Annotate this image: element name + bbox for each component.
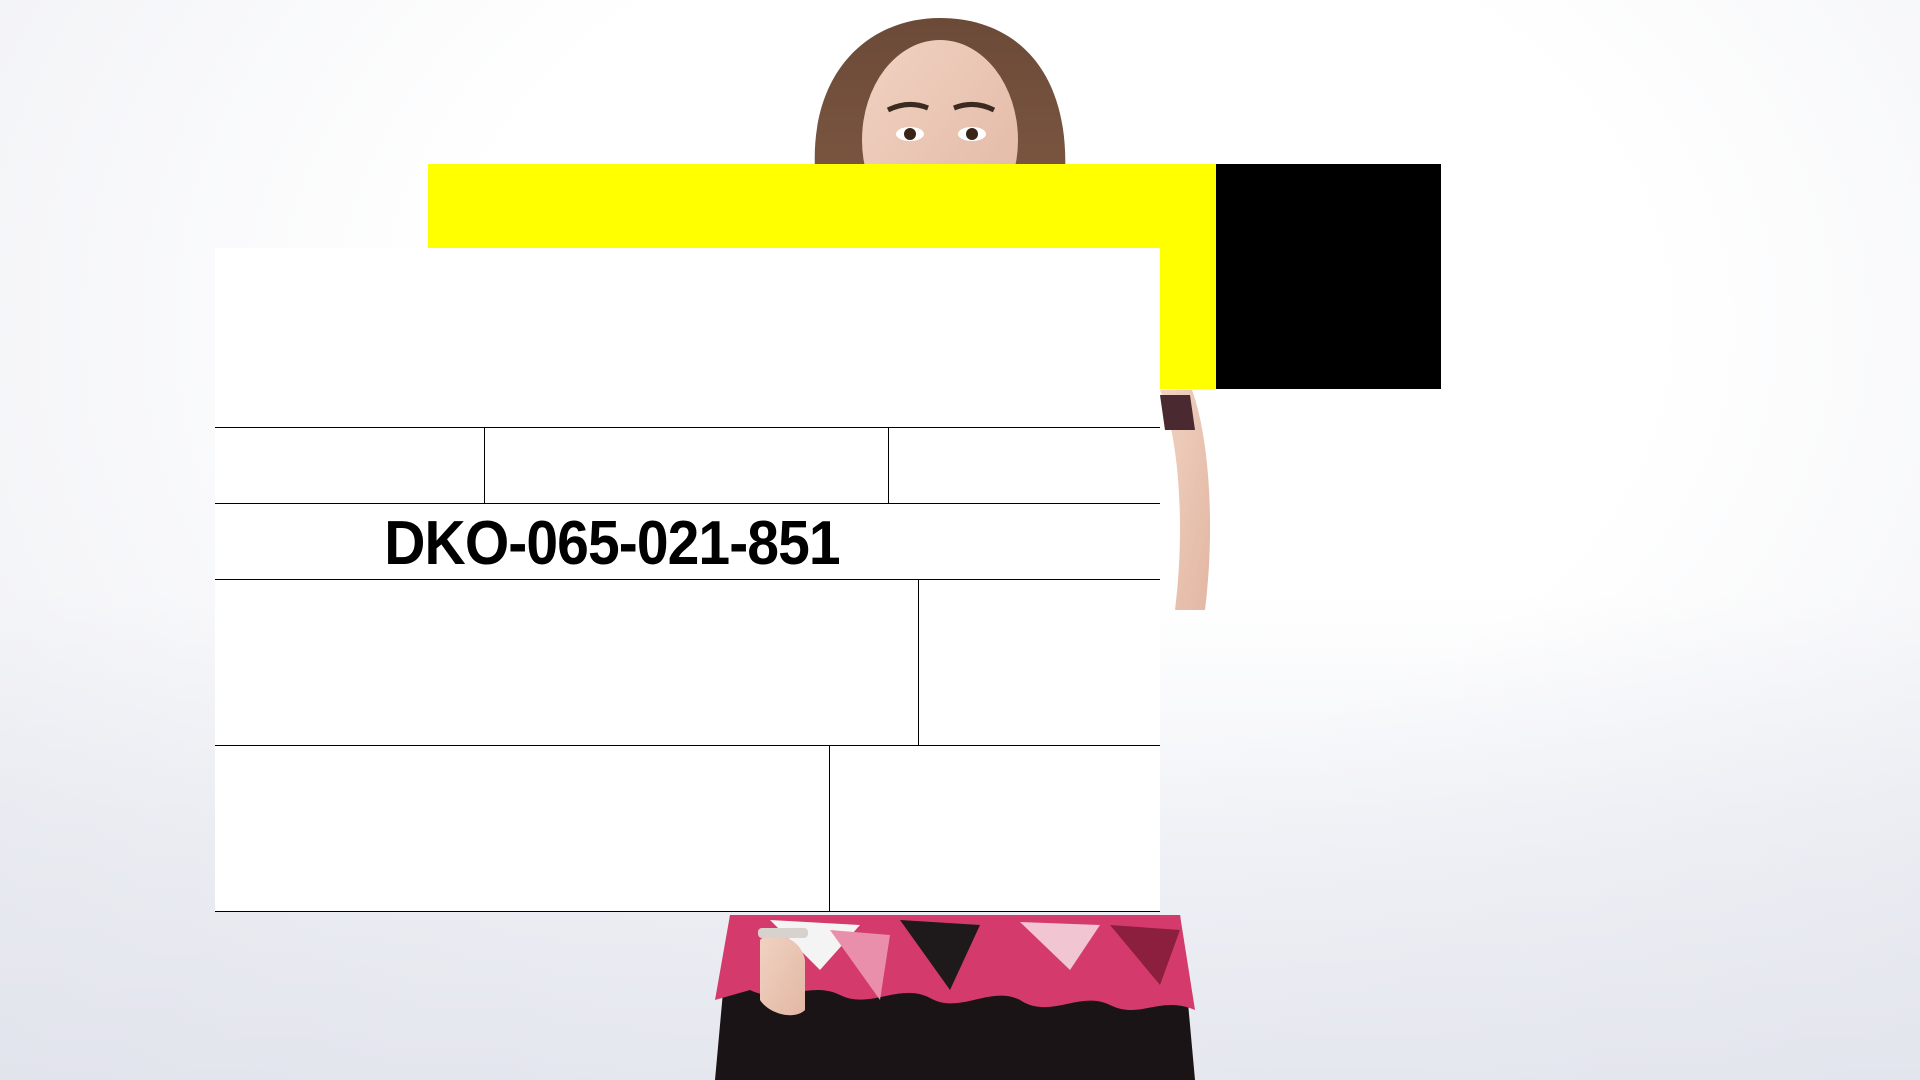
card-cell-1c xyxy=(889,428,1160,503)
card-cell-2b xyxy=(919,580,1160,745)
card-cell-2a xyxy=(215,580,919,745)
card-cell-1a xyxy=(215,428,485,503)
card-cell-1b xyxy=(485,428,889,503)
black-square-block xyxy=(1216,164,1441,389)
label-card: DKO-065-021-851 xyxy=(215,248,1160,912)
left-hand xyxy=(760,935,805,1016)
card-row-1 xyxy=(215,428,1160,504)
card-row-code: DKO-065-021-851 xyxy=(215,504,1160,580)
bracelet xyxy=(758,928,808,938)
screen: DKO-065-021-851 xyxy=(0,0,1920,1080)
card-cell-3b xyxy=(830,746,1160,911)
dark-top xyxy=(1160,395,1195,430)
card-header-area xyxy=(215,248,1160,428)
yellow-header-bar xyxy=(428,164,1216,248)
product-code: DKO-065-021-851 xyxy=(384,509,840,578)
card-row-2 xyxy=(215,580,1160,746)
yellow-side-tab xyxy=(1158,164,1216,389)
card-cell-3a xyxy=(215,746,830,911)
card-row-3 xyxy=(215,746,1160,912)
